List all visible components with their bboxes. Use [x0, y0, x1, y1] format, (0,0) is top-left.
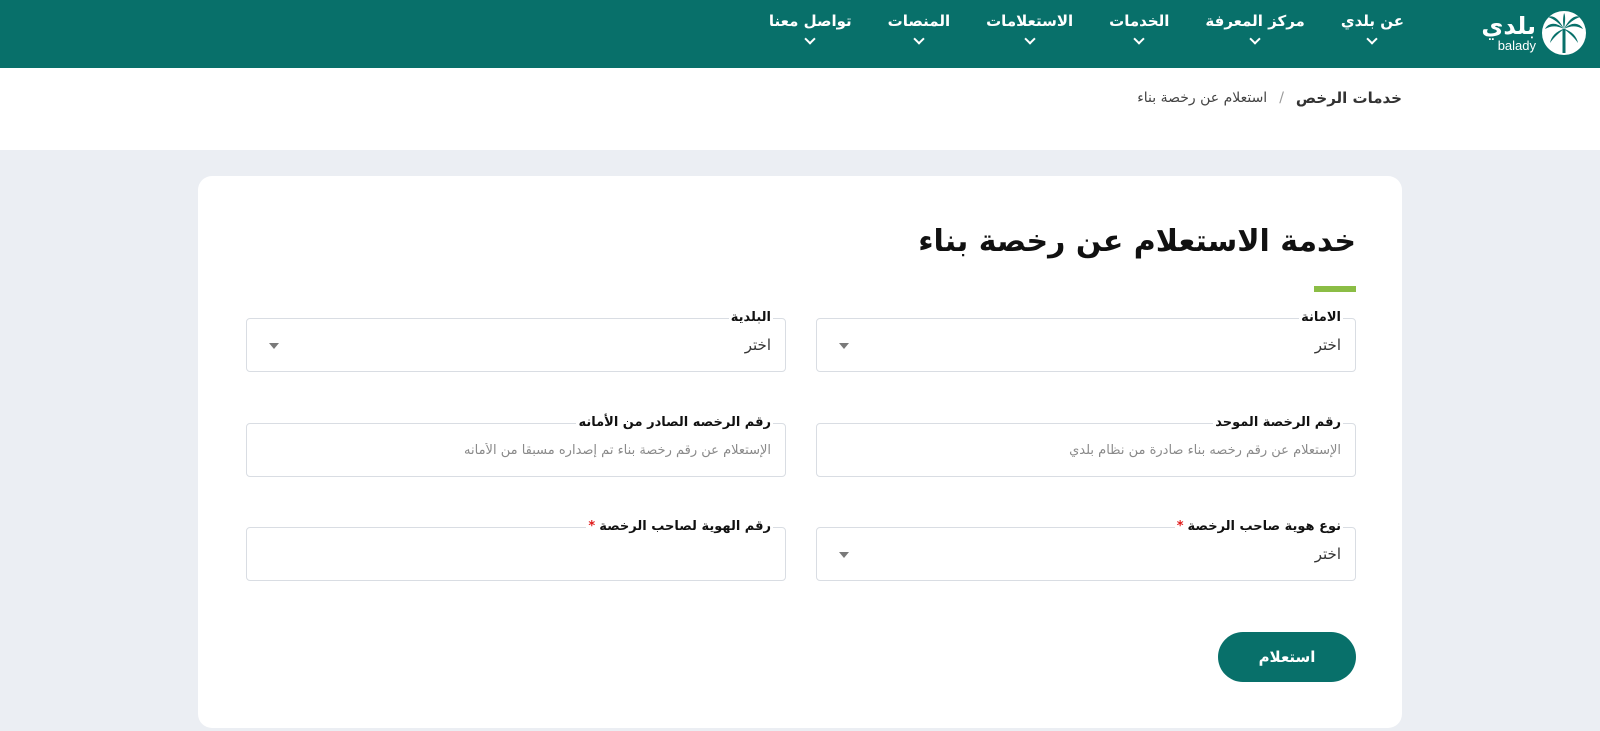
page-title: خدمة الاستعلام عن رخصة بناء: [918, 224, 1356, 259]
id-number-label: رقم الهوية لصاحب الرخصة*: [586, 519, 773, 534]
chevron-down-icon: [1023, 33, 1036, 45]
palm-tree-icon: [1542, 11, 1586, 55]
logo-arabic-text: بلدي: [1481, 12, 1536, 40]
nav-item-label: تواصل معنا: [768, 12, 852, 30]
nav-item-label: مركز المعرفة: [1205, 12, 1305, 30]
unified-license-input[interactable]: [817, 424, 1355, 476]
breadcrumb-license-services[interactable]: خدمات الرخص: [1296, 89, 1402, 107]
inquiry-form-card: خدمة الاستعلام عن رخصة بناء الامانة اختر…: [198, 176, 1402, 728]
logo-english-text: balady: [1497, 38, 1536, 53]
chevron-down-icon: [1366, 33, 1379, 45]
amana-selected-value: اختر: [1314, 336, 1341, 354]
nav-item-services[interactable]: الخدمات: [1091, 0, 1187, 68]
breadcrumb: خدمات الرخص / استعلام عن رخصة بناء: [1137, 89, 1402, 107]
nav-item-inquiries[interactable]: الاستعلامات: [968, 0, 1091, 68]
nav-item-label: الخدمات: [1109, 12, 1170, 30]
issued-license-field: رقم الرخصه الصادر من الأمانه: [246, 415, 786, 477]
id-number-field: رقم الهوية لصاحب الرخصة*: [246, 519, 786, 581]
unified-license-field: رقم الرخصة الموحد: [816, 415, 1356, 477]
id-number-input[interactable]: [247, 528, 785, 580]
id-type-selected-value: اختر: [1314, 545, 1341, 563]
amana-label: الامانة: [1299, 310, 1343, 325]
top-navigation-bar: بلدي balady عن بلدي مركز المعرفة الخدمات…: [0, 0, 1600, 68]
chevron-down-icon: [804, 33, 816, 45]
baladia-label: البلدية: [728, 310, 773, 325]
nav-item-label: الاستعلامات: [986, 12, 1074, 30]
id-type-label: نوع هوية صاحب الرخصة*: [1174, 519, 1343, 534]
balady-logo[interactable]: بلدي balady: [1481, 10, 1586, 56]
issued-license-input[interactable]: [247, 424, 785, 476]
logo-text: بلدي balady: [1481, 14, 1536, 52]
breadcrumb-band: خدمات الرخص / استعلام عن رخصة بناء: [0, 68, 1600, 150]
nav-item-about[interactable]: عن بلدي: [1323, 0, 1422, 68]
nav-item-knowledge-center[interactable]: مركز المعرفة: [1187, 0, 1322, 68]
chevron-down-icon: [913, 33, 925, 45]
caret-down-icon: [839, 343, 849, 349]
caret-down-icon: [269, 343, 279, 349]
breadcrumb-current-page: استعلام عن رخصة بناء: [1137, 90, 1268, 106]
inquiry-submit-button[interactable]: استعلام: [1218, 632, 1356, 682]
id-type-label-text: نوع هوية صاحب الرخصة: [1187, 519, 1341, 534]
main-nav: عن بلدي مركز المعرفة الخدمات الاستعلامات…: [751, 0, 1422, 68]
baladia-select[interactable]: البلدية اختر: [246, 310, 786, 372]
unified-license-label: رقم الرخصة الموحد: [1213, 415, 1343, 430]
required-mark: *: [1176, 519, 1184, 534]
nav-item-contact[interactable]: تواصل معنا: [751, 0, 870, 68]
chevron-down-icon: [1249, 33, 1261, 45]
title-underline: [1314, 286, 1356, 292]
caret-down-icon: [839, 552, 849, 558]
nav-item-label: عن بلدي: [1340, 12, 1404, 30]
id-type-select[interactable]: نوع هوية صاحب الرخصة* اختر: [816, 519, 1356, 581]
issued-license-label: رقم الرخصه الصادر من الأمانه: [576, 415, 773, 430]
nav-item-label: المنصات: [887, 12, 951, 30]
breadcrumb-separator: /: [1279, 90, 1284, 106]
amana-select[interactable]: الامانة اختر: [816, 310, 1356, 372]
required-mark: *: [588, 519, 596, 534]
nav-item-platforms[interactable]: المنصات: [870, 0, 968, 68]
baladia-selected-value: اختر: [744, 336, 771, 354]
chevron-down-icon: [1133, 33, 1145, 45]
id-number-label-text: رقم الهوية لصاحب الرخصة: [599, 519, 771, 534]
